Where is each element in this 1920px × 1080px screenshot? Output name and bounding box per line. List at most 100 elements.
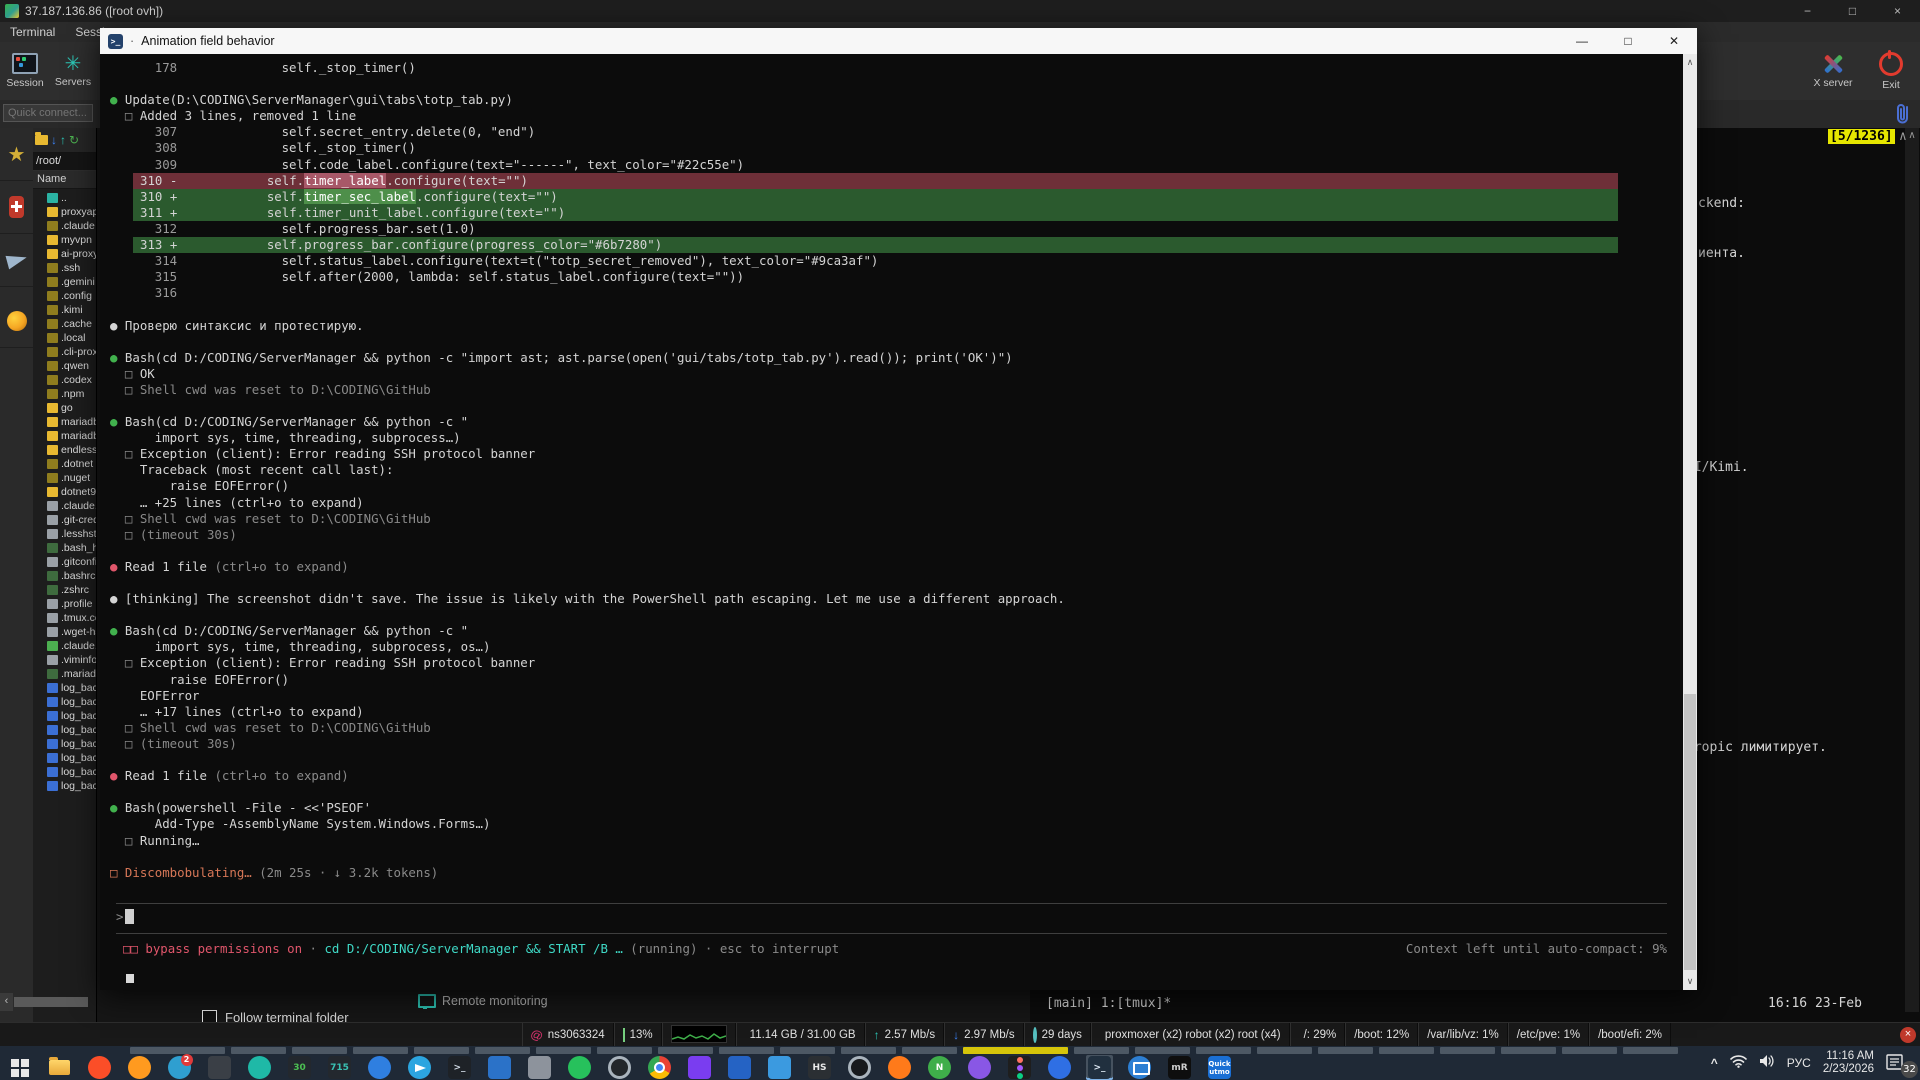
file-list-item[interactable]: log_backu	[33, 779, 96, 793]
file-list-item[interactable]: endlessh	[33, 443, 96, 457]
app-gray[interactable]	[526, 1055, 553, 1080]
statusbar-item[interactable]: 13%	[614, 1023, 662, 1047]
statusbar-item[interactable]: 11.14 GB / 31.00 GB	[736, 1023, 865, 1047]
window-strip-segment[interactable]	[780, 1047, 835, 1054]
app-blue-3[interactable]	[1046, 1055, 1073, 1080]
file-list-item[interactable]: .kimi	[33, 303, 96, 317]
statusbar-item[interactable]: /etc/pve: 1%	[1508, 1023, 1589, 1047]
statusbar-item[interactable]: 29 days	[1024, 1023, 1091, 1047]
github-desktop[interactable]	[966, 1055, 993, 1080]
terminal-maximize-button[interactable]: □	[1605, 28, 1651, 54]
current-path-field[interactable]: /root/	[33, 153, 96, 171]
file-explorer[interactable]	[46, 1055, 73, 1080]
sftp-tab[interactable]	[0, 234, 33, 287]
remote-monitor-app[interactable]	[1126, 1055, 1153, 1080]
file-list-item[interactable]: log_backu	[33, 751, 96, 765]
window-strip-segment[interactable]	[1440, 1047, 1495, 1054]
brave-browser[interactable]	[86, 1055, 113, 1080]
counter-715-app[interactable]: 715	[326, 1055, 353, 1080]
file-list-item[interactable]: .nuget	[33, 471, 96, 485]
file-list-item[interactable]: .npm	[33, 387, 96, 401]
terminal-minimize-button[interactable]: —	[1559, 28, 1605, 54]
window-strip-segment[interactable]	[1318, 1047, 1373, 1054]
menu-terminal[interactable]: Terminal	[0, 25, 65, 39]
window-strip-segment[interactable]	[414, 1047, 469, 1054]
whatsapp[interactable]	[566, 1055, 593, 1080]
statusbar-item[interactable]: /var/lib/vz: 1%	[1418, 1023, 1508, 1047]
sidebar-scrollbar-thumb[interactable]	[14, 997, 88, 1007]
scroll-down-icon[interactable]: ∨	[1683, 976, 1697, 987]
window-strip-segment[interactable]	[1501, 1047, 1556, 1054]
file-list-item[interactable]: .profile	[33, 597, 96, 611]
window-strip-segment[interactable]	[902, 1047, 957, 1054]
file-list-item[interactable]: .mariadb	[33, 667, 96, 681]
favorites-tab[interactable]: ★	[0, 128, 33, 181]
file-list-item[interactable]: .config	[33, 289, 96, 303]
window-strip-segment[interactable]	[353, 1047, 408, 1054]
notification-center-icon[interactable]: 32	[1886, 1050, 1912, 1076]
file-list-item[interactable]: ai-proxy-	[33, 247, 96, 261]
vscode[interactable]	[486, 1055, 513, 1080]
window-strip-segment[interactable]	[1074, 1047, 1129, 1054]
file-list-item[interactable]: go	[33, 401, 96, 415]
file-list-item[interactable]: mariadb-c	[33, 429, 96, 443]
app-blue-2[interactable]	[766, 1055, 793, 1080]
window-strip-segment[interactable]	[719, 1047, 774, 1054]
statusbar-item[interactable]: /boot: 12%	[1345, 1023, 1418, 1047]
statusbar-item[interactable]: /: 29%	[1290, 1023, 1346, 1047]
quick-connect-input[interactable]	[3, 104, 93, 122]
file-list-item[interactable]: .wget-hst	[33, 625, 96, 639]
window-buttons-strip[interactable]	[130, 1047, 1678, 1054]
mremoteng[interactable]: mR	[1166, 1055, 1193, 1080]
statusbar-item[interactable]: proxmoxer (x2) robot (x2) root (x4)	[1091, 1023, 1290, 1047]
file-list-item[interactable]: .dotnet	[33, 457, 96, 471]
statusbar-close-icon[interactable]: ×	[1900, 1027, 1916, 1043]
window-strip-segment[interactable]	[841, 1047, 896, 1054]
app-green-n[interactable]: N	[926, 1055, 953, 1080]
tray-clock[interactable]: 11:16 AM 2/23/2026	[1823, 1050, 1874, 1076]
app-blue-round[interactable]	[366, 1055, 393, 1080]
refresh-icon[interactable]: ↻	[69, 134, 79, 146]
tray-expand-icon[interactable]: ^	[1711, 1056, 1718, 1070]
file-list-item[interactable]: .claude	[33, 219, 96, 233]
keyboard-language-indicator[interactable]: РУС	[1787, 1056, 1811, 1070]
file-list-item[interactable]: .bashrc	[33, 569, 96, 583]
file-list-item[interactable]: mariadb-i	[33, 415, 96, 429]
file-list-item[interactable]: myvpn	[33, 233, 96, 247]
file-list-item[interactable]: log_backu	[33, 765, 96, 779]
statusbar-item[interactable]	[662, 1023, 736, 1047]
window-strip-segment[interactable]	[130, 1047, 225, 1054]
start-button[interactable]	[6, 1055, 33, 1080]
statusbar-item[interactable]: ↑2.57 Mb/s	[865, 1023, 945, 1047]
file-list-item[interactable]: .local	[33, 331, 96, 345]
exit-button[interactable]: Exit	[1868, 46, 1914, 96]
window-strip-segment[interactable]	[536, 1047, 591, 1054]
window-strip-segment[interactable]	[1196, 1047, 1251, 1054]
window-strip-segment[interactable]	[963, 1047, 1068, 1054]
window-strip-segment[interactable]	[1562, 1047, 1617, 1054]
terminal-scrollbar-thumb[interactable]	[1684, 694, 1696, 970]
file-list-item[interactable]: log_backu	[33, 709, 96, 723]
paperclip-icon[interactable]	[1894, 103, 1912, 130]
scroll-up-icon[interactable]: ∧	[1683, 57, 1697, 68]
window-strip-segment[interactable]	[1135, 1047, 1190, 1054]
network-tab[interactable]	[0, 295, 33, 348]
file-list-item[interactable]: .tmux.co	[33, 611, 96, 625]
file-list-item[interactable]: .codex	[33, 373, 96, 387]
file-list-item[interactable]: .viminfo	[33, 653, 96, 667]
file-list-item[interactable]: .ssh	[33, 261, 96, 275]
app-purple[interactable]	[686, 1055, 713, 1080]
window-strip-segment[interactable]	[1379, 1047, 1434, 1054]
close-button[interactable]: ×	[1875, 0, 1920, 22]
file-list-item[interactable]: .cache	[33, 317, 96, 331]
app-dark[interactable]	[206, 1055, 233, 1080]
powershell[interactable]: >_	[1086, 1055, 1113, 1080]
file-list-item[interactable]: log_backu	[33, 723, 96, 737]
window-strip-segment[interactable]	[475, 1047, 530, 1054]
file-list-item[interactable]: .gemini	[33, 275, 96, 289]
file-list-item[interactable]: .cli-proxy	[33, 345, 96, 359]
remote-monitoring-button[interactable]: Remote monitoring	[418, 994, 548, 1008]
download-icon[interactable]: ↓	[51, 134, 57, 146]
window-strip-segment[interactable]	[658, 1047, 713, 1054]
terminal-close-button[interactable]: ✕	[1651, 28, 1697, 54]
